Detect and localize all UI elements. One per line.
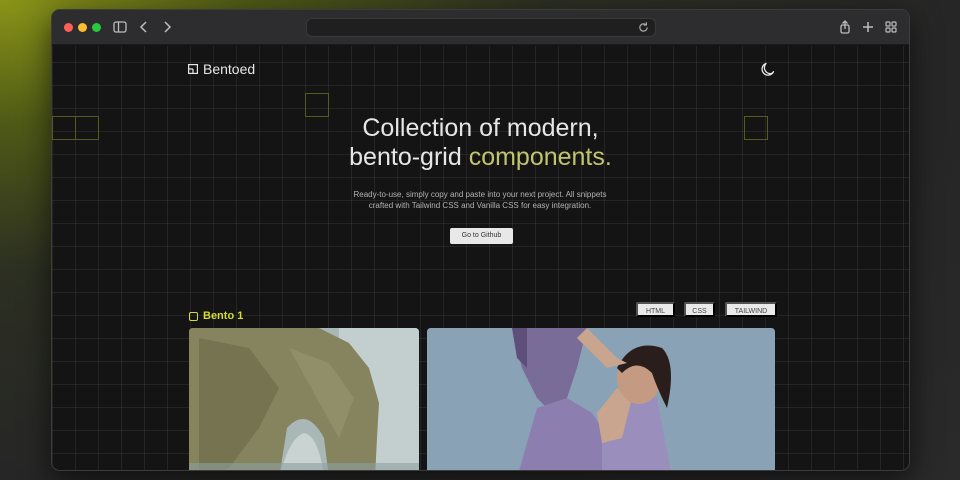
hero-title-plain: bento-grid bbox=[349, 143, 469, 171]
browser-window: Bentoed Collection of modern, bento-grid… bbox=[51, 9, 910, 471]
css-tab-button[interactable]: CSS bbox=[684, 302, 715, 317]
sidebar-icon[interactable] bbox=[112, 19, 128, 35]
bento-image-portrait bbox=[427, 328, 775, 470]
back-icon[interactable] bbox=[136, 19, 152, 35]
forward-icon[interactable] bbox=[159, 19, 175, 35]
logo-icon bbox=[188, 64, 198, 74]
hero-title-line-2: bento-grid components. bbox=[52, 143, 909, 172]
page-content: Bentoed Collection of modern, bento-grid… bbox=[52, 46, 909, 470]
dark-mode-toggle-icon[interactable] bbox=[759, 60, 777, 78]
close-window-button[interactable] bbox=[64, 23, 73, 32]
site-logo[interactable]: Bentoed bbox=[188, 60, 255, 78]
tailwind-tab-button[interactable]: TAILWIND bbox=[725, 302, 777, 317]
browser-toolbar bbox=[52, 10, 909, 45]
share-icon[interactable] bbox=[837, 19, 853, 35]
logo-text: Bentoed bbox=[203, 61, 256, 77]
hero-subtitle-line-1: Ready-to-use, simply copy and paste into… bbox=[353, 190, 607, 199]
section-title: Bento 1 bbox=[203, 310, 244, 322]
section-header: Bento 1 bbox=[189, 310, 243, 322]
hero-subtitle-line-2: crafted with Tailwind CSS and Vanilla CS… bbox=[368, 201, 592, 210]
hero-title-accent: components. bbox=[468, 143, 612, 171]
new-tab-icon[interactable] bbox=[860, 19, 876, 35]
github-button[interactable]: Go to Github bbox=[450, 228, 513, 244]
square-icon bbox=[189, 311, 198, 321]
bento-image-cliff bbox=[189, 328, 419, 470]
minimize-window-button[interactable] bbox=[78, 23, 87, 32]
html-tab-button[interactable]: HTML bbox=[636, 302, 675, 317]
hero-title-line-1: Collection of modern, bbox=[362, 114, 599, 142]
tab-overview-icon[interactable] bbox=[883, 19, 899, 35]
address-bar[interactable] bbox=[306, 18, 656, 37]
reload-icon[interactable] bbox=[637, 21, 650, 34]
zoom-window-button[interactable] bbox=[92, 23, 101, 32]
